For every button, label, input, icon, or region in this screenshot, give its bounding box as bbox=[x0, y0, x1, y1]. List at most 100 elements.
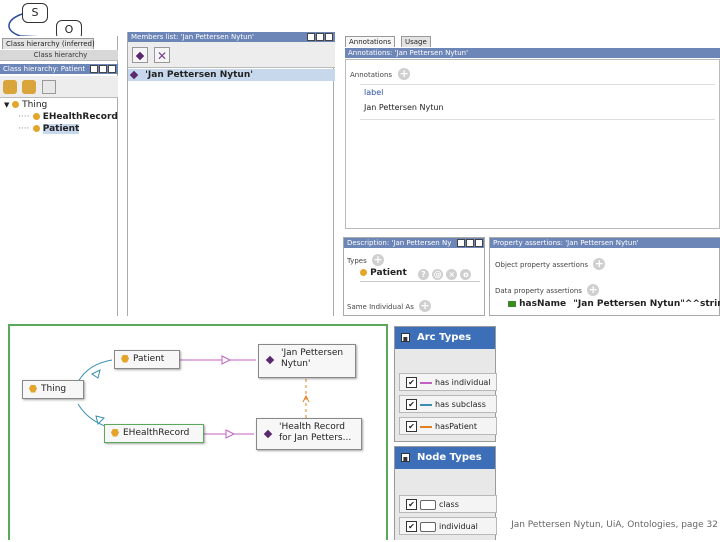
class-hierarchy-title: Class hierarchy: Patient bbox=[0, 64, 118, 74]
class-hierarchy-asserted-title: Class hierarchy bbox=[0, 50, 118, 61]
node-types-panel: ▪ Node Types ✔ class ✔ individual bbox=[394, 446, 497, 540]
class-icon bbox=[32, 125, 40, 132]
arc-type-checkbox[interactable]: ✔ bbox=[406, 421, 417, 432]
node-type-checkbox[interactable]: ✔ bbox=[406, 521, 417, 532]
node-type-row[interactable]: ✔ individual bbox=[399, 517, 497, 535]
data-property-label: Data property assertions bbox=[495, 287, 582, 295]
graph-node-label: Patient bbox=[133, 354, 165, 364]
graph-node-label-line1: 'Jan Pettersen bbox=[281, 348, 344, 358]
graph-node-label-line2: for Jan Petters... bbox=[279, 433, 352, 443]
tab-usage[interactable]: Usage bbox=[401, 36, 431, 47]
explain-icon[interactable]: o bbox=[460, 269, 472, 280]
node-type-checkbox[interactable]: ✔ bbox=[406, 499, 417, 510]
node-types-title: Node Types bbox=[417, 452, 482, 463]
tree-item-ehealthrecord[interactable]: ···· EHealthRecord bbox=[18, 112, 118, 122]
class-icon bbox=[32, 113, 40, 120]
member-item[interactable]: 'Jan Pettersen Nytun' bbox=[128, 69, 335, 81]
graph-canvas: Thing Patient EHealthRecord 'Jan Petters… bbox=[8, 324, 388, 540]
node-type-label: class bbox=[439, 500, 459, 509]
tab-class-hierarchy-inferred[interactable]: Class hierarchy (inferred) bbox=[2, 38, 95, 49]
edit-icon[interactable]: @ bbox=[432, 269, 444, 280]
annotations-title: Annotations: 'Jan Pettersen Nytun' bbox=[345, 48, 720, 58]
add-type-icon[interactable]: + bbox=[371, 254, 384, 266]
node-type-swatch bbox=[420, 499, 436, 510]
description-title: Description: 'Jan Pettersen Ny bbox=[344, 238, 484, 248]
arc-type-row[interactable]: ✔ has subclass bbox=[399, 395, 497, 413]
add-data-property-icon[interactable]: + bbox=[587, 284, 600, 296]
annotation-entry[interactable]: label Jan Pettersen Nytun bbox=[360, 84, 715, 120]
annotations-section-label: Annotations bbox=[350, 71, 393, 79]
node-types-header[interactable]: ▪ Node Types bbox=[395, 447, 495, 469]
same-individual-label: Same Individual As bbox=[347, 303, 414, 311]
arc-type-label: has subclass bbox=[435, 400, 486, 409]
panel-menu-icon[interactable] bbox=[99, 65, 107, 73]
collapse-icon[interactable]: ▪ bbox=[401, 453, 410, 463]
member-label: 'Jan Pettersen Nytun' bbox=[145, 70, 253, 80]
members-panel: Members list: 'Jan Pettersen Nytun' ✕ 'J… bbox=[127, 32, 335, 316]
add-same-individual-icon[interactable]: + bbox=[419, 300, 432, 312]
node-type-row[interactable]: ✔ class bbox=[399, 495, 497, 513]
individual-icon bbox=[129, 70, 139, 79]
data-property-name: hasName bbox=[519, 299, 567, 309]
types-label: Types bbox=[347, 257, 367, 265]
delete-individual-icon[interactable]: ✕ bbox=[154, 47, 170, 63]
graph-node-thing[interactable]: Thing bbox=[22, 380, 84, 399]
delete-class-icon[interactable] bbox=[42, 80, 56, 94]
remove-icon[interactable]: × bbox=[446, 269, 458, 280]
class-node-icon bbox=[29, 384, 37, 393]
arc-type-label: has individual bbox=[435, 378, 491, 387]
class-hierarchy-title-text: Class hierarchy: Patient bbox=[3, 65, 86, 73]
info-icon[interactable]: ? bbox=[418, 269, 429, 280]
add-annotation-icon[interactable]: + bbox=[398, 68, 411, 80]
property-assertions-title: Property assertions: 'Jan Pettersen Nytu… bbox=[490, 238, 720, 248]
annotation-property: label bbox=[364, 88, 384, 97]
arc-type-row[interactable]: ✔ has individual bbox=[399, 373, 497, 391]
add-object-property-icon[interactable]: + bbox=[593, 258, 606, 270]
collapse-icon[interactable]: ▪ bbox=[401, 333, 410, 343]
close-icon[interactable] bbox=[475, 239, 483, 247]
graph-node-jan[interactable]: 'Jan Pettersen Nytun' bbox=[258, 344, 356, 378]
description-title-text: Description: 'Jan Pettersen Ny bbox=[347, 239, 452, 247]
object-property-label: Object property assertions bbox=[495, 261, 589, 269]
class-node-icon bbox=[111, 428, 119, 437]
property-assertions-panel: Property assertions: 'Jan Pettersen Nytu… bbox=[489, 237, 720, 316]
arc-type-checkbox[interactable]: ✔ bbox=[406, 377, 417, 388]
arc-types-title: Arc Types bbox=[417, 332, 472, 343]
individual-node-icon bbox=[263, 429, 273, 439]
data-property-value: "Jan Pettersen Nytun"^^string bbox=[573, 299, 720, 309]
graph-node-patient[interactable]: Patient bbox=[114, 350, 180, 369]
annotations-body: Annotations + label Jan Pettersen Nytun bbox=[345, 59, 720, 229]
arc-types-panel: ▪ Arc Types ✔ has individual ✔ has subclas… bbox=[394, 326, 497, 442]
arc-types-header[interactable]: ▪ Arc Types bbox=[395, 327, 495, 349]
arc-type-checkbox[interactable]: ✔ bbox=[406, 399, 417, 410]
members-title: Members list: 'Jan Pettersen Nytun' bbox=[128, 32, 335, 42]
data-property-entry[interactable]: hasName "Jan Pettersen Nytun"^^string bbox=[508, 299, 720, 309]
panel-control-icon[interactable] bbox=[307, 33, 315, 41]
members-toolbar: ✕ bbox=[128, 42, 335, 68]
graph-node-record[interactable]: 'Health Record for Jan Petters... bbox=[256, 418, 362, 450]
tree-item-label: Patient bbox=[42, 124, 80, 134]
arc-type-row[interactable]: ✔ hasPatient bbox=[399, 417, 497, 435]
add-sibling-icon[interactable] bbox=[22, 80, 36, 94]
tree-item-patient[interactable]: ···· Patient bbox=[18, 124, 80, 134]
graph-node-label: Thing bbox=[41, 384, 67, 394]
description-panel: Description: 'Jan Pettersen Ny Types + P… bbox=[343, 237, 485, 316]
arc-color-swatch bbox=[420, 381, 432, 384]
close-icon[interactable] bbox=[325, 33, 333, 41]
annotation-value: Jan Pettersen Nytun bbox=[364, 103, 444, 112]
add-individual-icon[interactable] bbox=[132, 47, 148, 63]
tab-annotations[interactable]: Annotations bbox=[345, 36, 396, 47]
panel-menu-icon[interactable] bbox=[466, 239, 474, 247]
add-subclass-icon[interactable] bbox=[3, 80, 17, 94]
node-type-swatch bbox=[420, 521, 436, 532]
panel-control-icon[interactable] bbox=[90, 65, 98, 73]
tree-item-thing[interactable]: ▼ Thing bbox=[4, 100, 47, 110]
panel-menu-icon[interactable] bbox=[316, 33, 324, 41]
graph-node-label: EHealthRecord bbox=[123, 428, 190, 438]
graph-node-label-line1: 'Health Record bbox=[279, 422, 345, 432]
close-icon[interactable] bbox=[108, 65, 116, 73]
panel-control-icon[interactable] bbox=[457, 239, 465, 247]
type-entry[interactable]: Patient ? @ × o bbox=[360, 268, 480, 282]
graph-node-ehealthrecord[interactable]: EHealthRecord bbox=[104, 424, 204, 443]
node-type-label: individual bbox=[439, 522, 478, 531]
